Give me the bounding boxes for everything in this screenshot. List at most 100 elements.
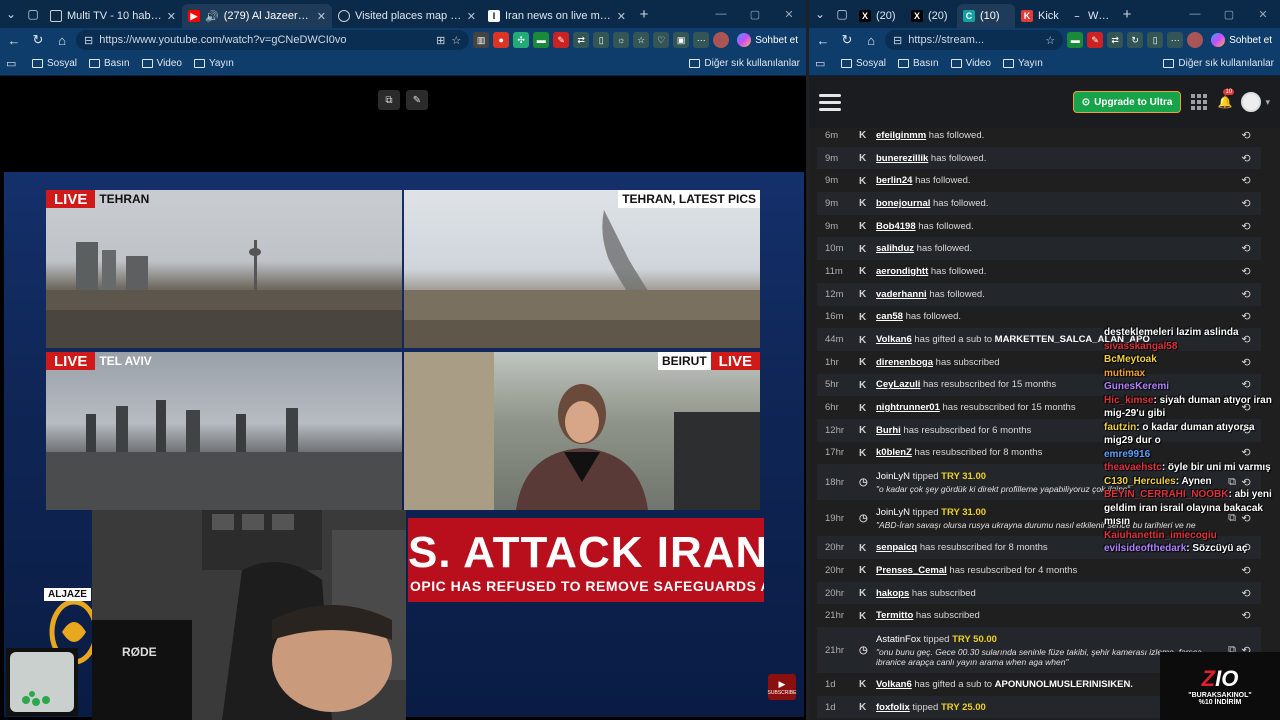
replay-icon[interactable]: ⟲ bbox=[1239, 587, 1253, 600]
site-info-icon[interactable]: ⊟ bbox=[893, 34, 902, 47]
more-icon[interactable]: ⋯ bbox=[693, 32, 710, 48]
other-favorites[interactable]: Diğer sık kullanılanlar bbox=[1163, 58, 1274, 69]
upgrade-button[interactable]: ⊙ Upgrade to Ultra bbox=[1072, 91, 1182, 113]
username[interactable]: Bob4198 bbox=[876, 221, 916, 232]
tab-map-editor[interactable]: Visited places map editor ✕ bbox=[332, 4, 482, 28]
replay-icon[interactable]: ⟲ bbox=[1239, 129, 1253, 142]
address-bar[interactable]: ⊟ https://www.youtube.com/watch?v=gCNeDW… bbox=[76, 30, 470, 50]
other-favorites[interactable]: Diğer sık kullanılanlar bbox=[689, 58, 800, 69]
sidebar-icon[interactable]: ▯ bbox=[593, 32, 610, 48]
username[interactable]: AstatinFox bbox=[876, 634, 921, 645]
new-tab-button[interactable]: + bbox=[1115, 6, 1139, 23]
tab-x-1[interactable]: X (20) bbox=[853, 4, 905, 28]
tab-actions-icon[interactable]: ▢ bbox=[831, 3, 853, 25]
refresh-icon[interactable]: ↻ bbox=[28, 30, 48, 50]
speaker-icon[interactable]: 🔊 bbox=[205, 10, 219, 23]
reading-list-icon[interactable]: ▭ bbox=[6, 57, 20, 70]
maximize-icon[interactable]: ▢ bbox=[1212, 0, 1246, 28]
more-icon[interactable]: ⋯ bbox=[1167, 32, 1184, 48]
extension-icon[interactable]: ⇄ bbox=[1107, 32, 1124, 48]
username[interactable]: vaderhanni bbox=[876, 289, 927, 300]
username[interactable]: JoinLyN bbox=[876, 507, 910, 518]
replay-icon[interactable]: ⟲ bbox=[1239, 152, 1253, 165]
tab-multi-tv[interactable]: Multi TV - 10 haber kanalını aynı ✕ bbox=[44, 4, 182, 28]
apps-grid-icon[interactable] bbox=[1191, 94, 1208, 110]
fav-folder[interactable]: Sosyal bbox=[32, 58, 77, 69]
profile-avatar[interactable] bbox=[1187, 32, 1204, 48]
maximize-icon[interactable]: ▢ bbox=[738, 0, 772, 28]
new-tab-button[interactable]: + bbox=[632, 6, 656, 23]
tab-world[interactable]: – Worl bbox=[1065, 4, 1115, 28]
username[interactable]: k0blenZ bbox=[876, 447, 912, 458]
extension-icon[interactable]: ▬ bbox=[1067, 32, 1084, 48]
fav-folder[interactable]: Video bbox=[141, 58, 182, 69]
tab-al-jazeera[interactable]: ▶ 🔊 (279) Al Jazeera English ✕ bbox=[182, 4, 332, 28]
tab-iran-news[interactable]: l Iran news on live map in English ✕ bbox=[482, 4, 632, 28]
username[interactable]: aerondightt bbox=[876, 266, 928, 277]
extension-icon[interactable]: ☼ bbox=[613, 32, 630, 48]
back-icon[interactable]: ← bbox=[4, 30, 24, 50]
clip-icon[interactable]: ✎ bbox=[406, 90, 428, 110]
replay-icon[interactable]: ⟲ bbox=[1239, 288, 1253, 301]
address-bar[interactable]: ⊟ https://stream... ☆ bbox=[885, 30, 1064, 50]
replay-icon[interactable]: ⟲ bbox=[1239, 242, 1253, 255]
replay-icon[interactable]: ⟲ bbox=[1239, 310, 1253, 323]
extension-icon[interactable]: ▬ bbox=[533, 32, 550, 48]
menu-icon[interactable] bbox=[819, 93, 841, 111]
replay-icon[interactable]: ⟲ bbox=[1239, 197, 1253, 210]
chevron-down-icon[interactable]: ▾ bbox=[1265, 97, 1270, 108]
fav-folder[interactable]: Basın bbox=[89, 58, 130, 69]
fav-folder[interactable]: Sosyal bbox=[841, 58, 886, 69]
username[interactable]: efeilginmm bbox=[876, 130, 926, 141]
refresh-ext-icon[interactable]: ↻ bbox=[1127, 32, 1144, 48]
video-player[interactable]: ⧉ ✎ LIVE TEHRAN TEHRAN, LATEST PICS LIVE… bbox=[0, 76, 806, 720]
favorite-star-icon[interactable]: ☆ bbox=[1045, 34, 1055, 47]
close-window-icon[interactable]: ✕ bbox=[772, 0, 806, 28]
extension-icon[interactable]: ● bbox=[493, 32, 510, 48]
username[interactable]: Volkan6 bbox=[876, 679, 912, 690]
extension-icon[interactable]: ✎ bbox=[553, 32, 570, 48]
extension-icon[interactable]: ✎ bbox=[1087, 32, 1104, 48]
translate-icon[interactable]: ⊞ bbox=[436, 34, 445, 47]
subscribe-watermark[interactable]: ▶ SUBSCRIBE bbox=[768, 674, 796, 700]
username[interactable]: salihduz bbox=[876, 243, 914, 254]
refresh-icon[interactable]: ↻ bbox=[837, 30, 857, 50]
extension-icon[interactable]: ✣ bbox=[513, 32, 530, 48]
username[interactable]: Burhi bbox=[876, 425, 901, 436]
home-icon[interactable]: ⌂ bbox=[52, 30, 72, 50]
replay-icon[interactable]: ⟲ bbox=[1239, 564, 1253, 577]
close-window-icon[interactable]: ✕ bbox=[1246, 0, 1280, 28]
tab-stream[interactable]: C (10) bbox=[957, 4, 1015, 28]
extension-icon[interactable]: ▥ bbox=[473, 32, 490, 48]
username[interactable]: foxfolix bbox=[876, 702, 910, 713]
username[interactable]: senpaicq bbox=[876, 542, 917, 553]
home-icon[interactable]: ⌂ bbox=[861, 30, 881, 50]
back-icon[interactable]: ← bbox=[813, 30, 833, 50]
extension-icon[interactable]: ⇄ bbox=[573, 32, 590, 48]
username[interactable]: JoinLyN bbox=[876, 471, 910, 482]
reading-list-icon[interactable]: ▭ bbox=[815, 57, 829, 70]
username[interactable]: can58 bbox=[876, 311, 903, 322]
close-icon[interactable]: ✕ bbox=[467, 10, 476, 23]
fav-folder[interactable]: Basın bbox=[898, 58, 939, 69]
notifications-icon[interactable]: 🔔 10 bbox=[1217, 89, 1235, 109]
fav-folder[interactable]: Video bbox=[950, 58, 991, 69]
replay-icon[interactable]: ⟲ bbox=[1239, 174, 1253, 187]
collections-icon[interactable]: ♡ bbox=[653, 32, 670, 48]
username[interactable]: berlin24 bbox=[876, 175, 912, 186]
miniplayer-icon[interactable]: ⧉ bbox=[378, 90, 400, 110]
close-icon[interactable]: ✕ bbox=[617, 10, 626, 23]
username[interactable]: direnenboga bbox=[876, 357, 933, 368]
copilot-chat-button[interactable]: Sohbet et bbox=[733, 33, 802, 47]
site-info-icon[interactable]: ⊟ bbox=[84, 34, 93, 47]
sidebar-icon[interactable]: ▯ bbox=[1147, 32, 1164, 48]
favorites-icon[interactable]: ☆ bbox=[633, 32, 650, 48]
fav-folder[interactable]: Yayın bbox=[194, 58, 234, 69]
username[interactable]: Termitto bbox=[876, 610, 913, 621]
tab-x-2[interactable]: X (20) bbox=[905, 4, 957, 28]
username[interactable]: bonejournal bbox=[876, 198, 930, 209]
username[interactable]: nightrunner01 bbox=[876, 402, 940, 413]
profile-avatar[interactable] bbox=[713, 32, 730, 48]
replay-icon[interactable]: ⟲ bbox=[1239, 609, 1253, 622]
username[interactable]: Volkan6 bbox=[876, 334, 912, 345]
